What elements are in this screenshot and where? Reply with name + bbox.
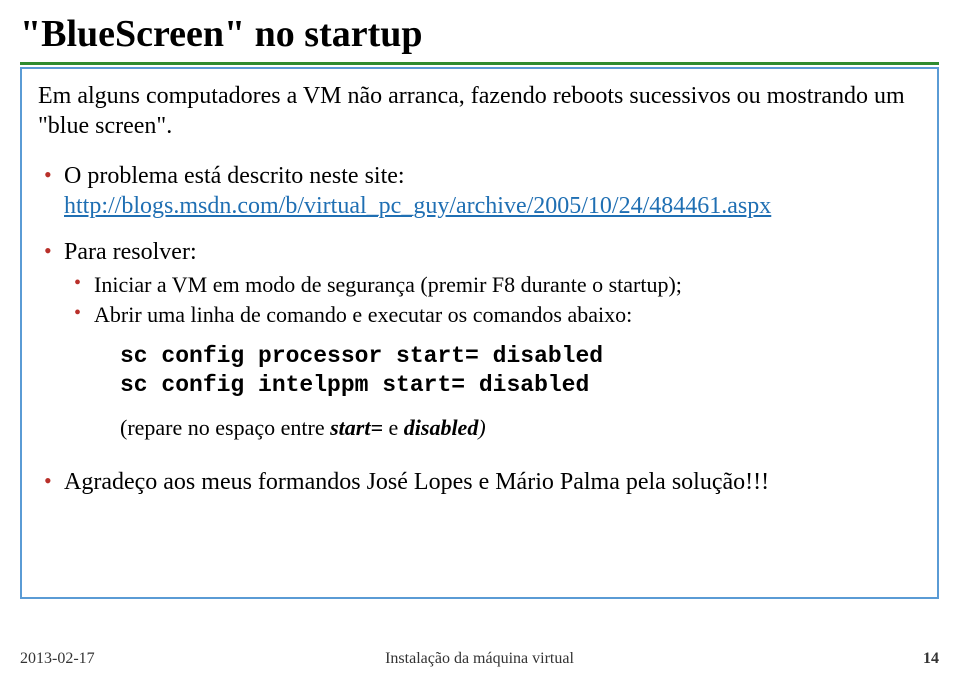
- note-text: (repare no espaço entre start= e disable…: [64, 414, 921, 442]
- slide-title: "BlueScreen" no startup: [20, 12, 939, 56]
- code-line-2: sc config intelppm start= disabled: [120, 371, 921, 400]
- footer-center-text: Instalação da máquina virtual: [385, 650, 574, 668]
- title-underline: [20, 62, 939, 65]
- bullet-text: O problema está descrito neste site:: [64, 163, 405, 189]
- intro-text: Em alguns computadores a VM não arranca,…: [38, 81, 921, 141]
- code-line-1: sc config processor start= disabled: [120, 342, 921, 371]
- resolver-label: Para resolver:: [64, 239, 197, 265]
- note-start-keyword: start=: [330, 415, 383, 440]
- bullet-problem-site: O problema está descrito neste site: htt…: [38, 161, 921, 221]
- resolver-step-1: Iniciar a VM em modo de segurança (premi…: [64, 271, 921, 299]
- msdn-link[interactable]: http://blogs.msdn.com/b/virtual_pc_guy/a…: [64, 193, 771, 219]
- resolver-step-2: Abrir uma linha de comando e executar os…: [64, 301, 921, 329]
- note-mid: e: [383, 415, 404, 440]
- note-disabled-keyword: disabled: [404, 415, 479, 440]
- bullet-thanks: Agradeço aos meus formandos José Lopes e…: [38, 467, 921, 497]
- code-block: sc config processor start= disabled sc c…: [64, 342, 921, 400]
- slide: "BlueScreen" no startup Em alguns comput…: [0, 0, 959, 678]
- note-suffix: ): [478, 415, 485, 440]
- footer-page-number: 14: [923, 650, 939, 668]
- resolver-sublist: Iniciar a VM em modo de segurança (premi…: [64, 271, 921, 328]
- footer-date: 2013-02-17: [20, 650, 95, 668]
- content-box: Em alguns computadores a VM não arranca,…: [20, 67, 939, 599]
- bullet-resolver: Para resolver: Iniciar a VM em modo de s…: [38, 237, 921, 441]
- note-prefix: (repare no espaço entre: [120, 415, 330, 440]
- bullet-list: O problema está descrito neste site: htt…: [38, 161, 921, 497]
- footer: 2013-02-17 Instalação da máquina virtual…: [20, 650, 939, 668]
